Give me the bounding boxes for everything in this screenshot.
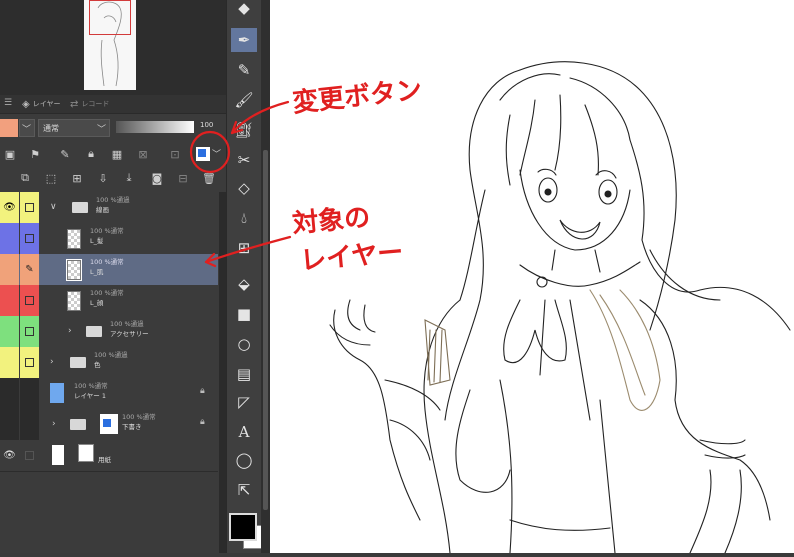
arrow-line (230, 100, 290, 135)
annotation-target-line1: 対象の (291, 202, 372, 240)
arrow-line (204, 235, 292, 264)
highlight-circle (189, 130, 231, 174)
